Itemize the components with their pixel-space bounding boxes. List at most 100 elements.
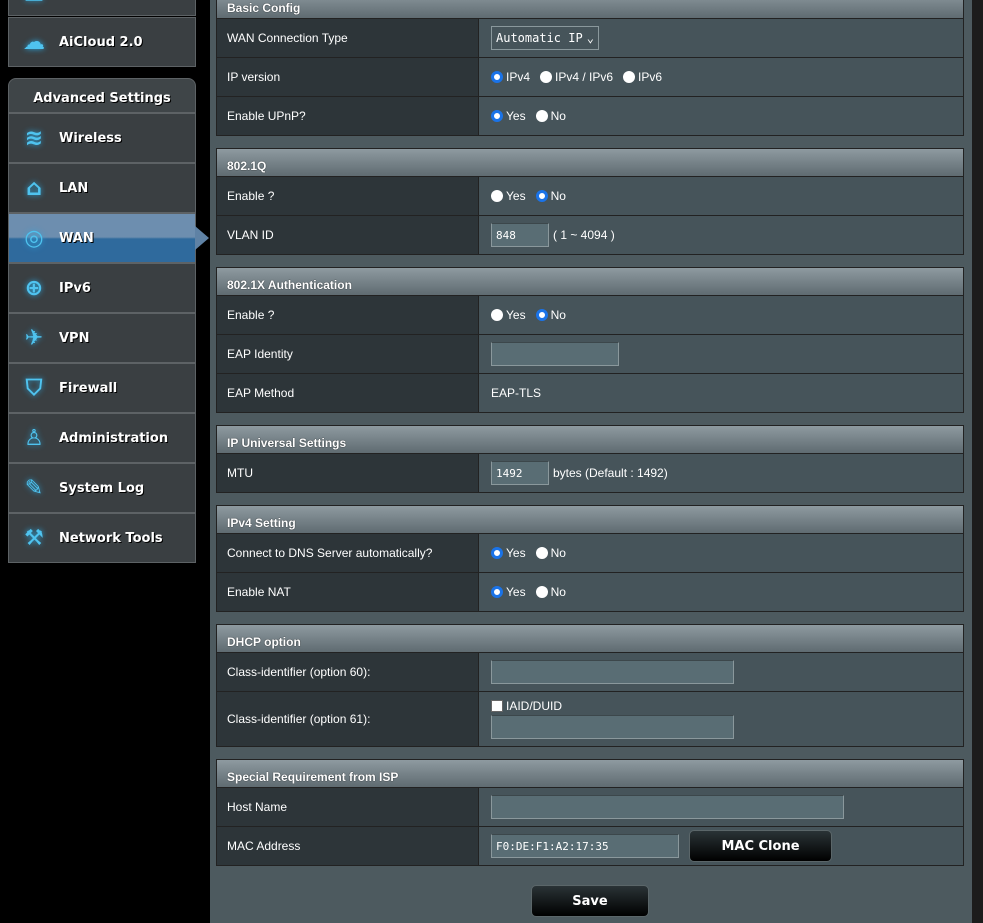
home-icon: ⌂ bbox=[26, 175, 42, 201]
radio-button[interactable] bbox=[491, 586, 503, 598]
checkbox[interactable] bbox=[491, 700, 503, 712]
field-label: Connect to DNS Server automatically? bbox=[217, 534, 479, 572]
text-input[interactable] bbox=[491, 715, 734, 739]
form-row: IP version IPv4 IPv4 / IPv6 IPv6 bbox=[217, 57, 963, 96]
vpn-icon: ✈ bbox=[24, 325, 44, 351]
text-input[interactable]: 848 bbox=[491, 223, 549, 247]
radio-option[interactable]: Yes bbox=[491, 109, 526, 123]
sidebar-item-label: WAN bbox=[59, 230, 94, 246]
input-hint: ( 1 ~ 4094 ) bbox=[553, 228, 615, 242]
text-input[interactable] bbox=[491, 795, 844, 819]
radio-option[interactable]: No bbox=[535, 109, 566, 123]
section: IP Universal Settings MTU 1492 bytes (Defau… bbox=[216, 425, 964, 493]
text-input[interactable] bbox=[491, 342, 619, 366]
radio-button[interactable] bbox=[535, 190, 548, 202]
scrollbar[interactable] bbox=[972, 0, 983, 923]
sidebar-item-wireless[interactable]: ≋ Wireless bbox=[8, 113, 196, 163]
radio-label: Yes bbox=[506, 546, 526, 560]
field-value: IAID/DUID bbox=[479, 692, 963, 746]
radio-button[interactable] bbox=[535, 547, 548, 559]
section-header: IP Universal Settings bbox=[217, 426, 963, 453]
chevron-down-icon: ⌄ bbox=[586, 31, 594, 45]
radio-button[interactable] bbox=[540, 71, 553, 83]
text-input[interactable] bbox=[491, 660, 734, 684]
mac-address-input[interactable]: F0:DE:F1:A2:17:35 bbox=[491, 834, 679, 858]
radio-option[interactable]: Yes bbox=[491, 546, 526, 560]
radio-option[interactable]: No bbox=[535, 546, 566, 560]
sidebar-item-lan[interactable]: ⌂ LAN bbox=[8, 163, 196, 213]
field-value: 848 ( 1 ~ 4094 ) bbox=[479, 216, 963, 254]
section: IPv4 Setting Connect to DNS Server automa… bbox=[216, 505, 964, 612]
radio-label: Yes bbox=[506, 189, 526, 203]
section-header: IPv4 Setting bbox=[217, 506, 963, 533]
sidebar-item-top[interactable]: ▦ bbox=[8, 0, 196, 16]
shield-icon: ⛉ bbox=[25, 375, 43, 401]
radio-option[interactable]: IPv6 bbox=[623, 70, 662, 84]
sidebar-item-label: Administration bbox=[59, 430, 169, 446]
field-value: IPv4 IPv4 / IPv6 IPv6 bbox=[479, 58, 963, 96]
wan-settings-form: Basic Config WAN Connection Type Automatic… bbox=[216, 0, 964, 878]
radio-option[interactable]: Yes bbox=[491, 189, 526, 203]
apps-icon: ▦ bbox=[9, 0, 59, 4]
radio-option[interactable]: Yes bbox=[491, 308, 526, 322]
radio-label: IPv4 / IPv6 bbox=[555, 70, 614, 84]
sidebar-item-administration[interactable]: ♙ Administration bbox=[8, 413, 196, 463]
radio-option[interactable]: No bbox=[535, 585, 566, 599]
radio-button[interactable] bbox=[535, 586, 548, 598]
radio-button[interactable] bbox=[491, 110, 503, 122]
form-row: Enable NAT Yes No bbox=[217, 572, 963, 611]
field-label: MAC Address bbox=[217, 827, 479, 865]
radio-label: IPv4 bbox=[506, 70, 531, 84]
field-label: Class-identifier (option 61): bbox=[217, 692, 479, 746]
section-header: DHCP option bbox=[217, 625, 963, 652]
sidebar-item-label: VPN bbox=[59, 330, 90, 346]
sidebar-item-wan[interactable]: ◎ WAN bbox=[8, 213, 209, 263]
section-header: Basic Config bbox=[217, 0, 963, 18]
radio-label: Yes bbox=[506, 585, 526, 599]
iaid-duid-checkbox[interactable]: IAID/DUID bbox=[491, 699, 562, 713]
radio-option[interactable]: IPv4 bbox=[491, 70, 530, 84]
sidebar-item-label: LAN bbox=[59, 180, 89, 196]
wifi-icon: ≋ bbox=[24, 125, 44, 151]
sidebar-item-label: System Log bbox=[59, 480, 145, 496]
radio-button[interactable] bbox=[491, 190, 503, 202]
radio-button[interactable] bbox=[623, 71, 636, 83]
form-row: Host Name bbox=[217, 787, 963, 826]
radio-label: No bbox=[550, 189, 566, 203]
field-value: Yes No bbox=[479, 573, 963, 611]
radio-button[interactable] bbox=[535, 110, 548, 122]
form-row: Enable UPnP? Yes No bbox=[217, 96, 963, 135]
sidebar-item-system-log[interactable]: ✎ System Log bbox=[8, 463, 196, 513]
wan-connection-type-select[interactable]: Automatic IP ⌄ bbox=[491, 26, 599, 50]
field-label: MTU bbox=[217, 454, 479, 492]
radio-option[interactable]: IPv4 / IPv6 bbox=[540, 70, 613, 84]
ipv6-globe-icon: ⊕ bbox=[24, 275, 44, 301]
section: Basic Config WAN Connection Type Automatic… bbox=[216, 0, 964, 136]
sidebar-item-aicloud[interactable]: ☁ AiCloud 2.0 bbox=[8, 17, 196, 67]
sidebar-item-label: AiCloud 2.0 bbox=[59, 34, 143, 50]
sidebar-item-ipv6[interactable]: ⊕ IPv6 bbox=[8, 263, 196, 313]
aicloud-icon: ☁ bbox=[23, 29, 45, 55]
radio-option[interactable]: No bbox=[535, 308, 566, 322]
radio-button[interactable] bbox=[491, 547, 503, 559]
wrench-icon: ⚒ bbox=[24, 525, 44, 551]
sidebar-item-network-tools[interactable]: ⚒ Network Tools bbox=[8, 513, 196, 563]
radio-option[interactable]: Yes bbox=[491, 585, 526, 599]
field-label: EAP Identity bbox=[217, 335, 479, 373]
radio-button[interactable] bbox=[535, 309, 548, 321]
mac-clone-button[interactable]: MAC Clone bbox=[689, 830, 832, 862]
section: DHCP option Class-identifier (option 60):… bbox=[216, 624, 964, 747]
radio-option[interactable]: No bbox=[535, 189, 566, 203]
select-value: Automatic IP bbox=[496, 31, 583, 45]
text-input[interactable]: 1492 bbox=[491, 461, 549, 485]
advanced-settings-header: Advanced Settings bbox=[8, 78, 196, 113]
sidebar-item-firewall[interactable]: ⛉ Firewall bbox=[8, 363, 196, 413]
form-row: WAN Connection Type Automatic IP ⌄ bbox=[217, 18, 963, 57]
sidebar-item-vpn[interactable]: ✈ VPN bbox=[8, 313, 196, 363]
field-value: Yes No bbox=[479, 177, 963, 215]
radio-button[interactable] bbox=[491, 309, 503, 321]
field-value: Yes No bbox=[479, 97, 963, 135]
field-value bbox=[479, 788, 963, 826]
save-button[interactable]: Save bbox=[531, 885, 649, 917]
radio-button[interactable] bbox=[491, 71, 503, 83]
